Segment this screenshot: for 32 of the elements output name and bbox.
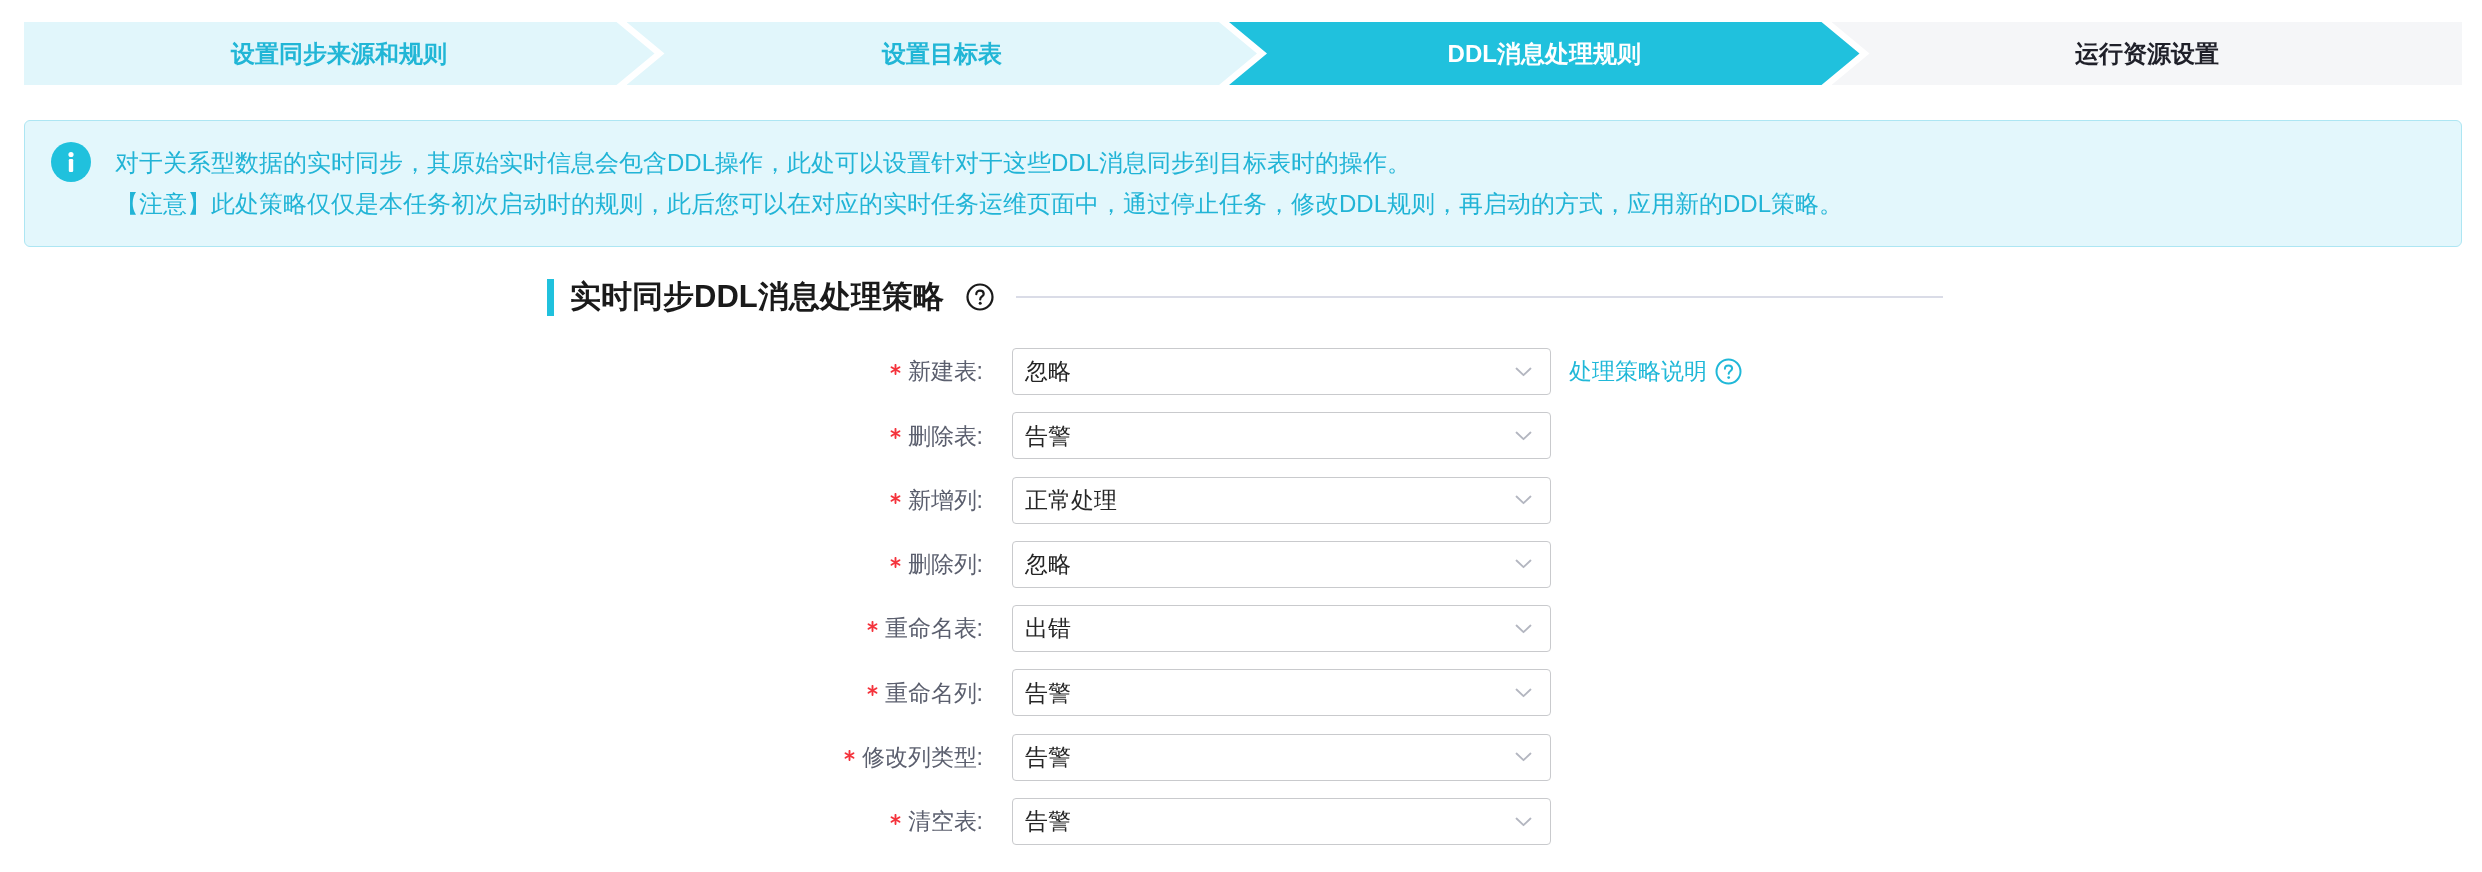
field-label: 删除表:	[907, 421, 983, 451]
wizard-step[interactable]: 运行资源设置	[1831, 22, 2462, 85]
select-field[interactable]: 告警	[1012, 798, 1551, 846]
field-label: 修改列类型:	[861, 743, 983, 773]
chevron-down-icon	[1515, 559, 1532, 570]
select-field[interactable]: 告警	[1012, 412, 1551, 460]
chevron-down-icon	[1515, 816, 1532, 827]
select-field[interactable]: 忽略	[1012, 540, 1551, 588]
field-label: 清空表:	[907, 807, 983, 837]
title-accent-bar	[547, 278, 554, 316]
select-field[interactable]: 告警	[1012, 669, 1551, 717]
select-field[interactable]: 正常处理	[1012, 476, 1551, 524]
select-field[interactable]: 告警	[1012, 733, 1551, 781]
section-title: 实时同步DDL消息处理策略	[570, 277, 944, 316]
chevron-down-icon	[1515, 752, 1532, 763]
chevron-down-icon	[1515, 495, 1532, 506]
field-label: 新增列:	[907, 485, 983, 515]
info-icon	[51, 142, 91, 182]
notice-text: 【注意】此处策略仅仅是本任务初次启动时的规则，此后您可以在对应的实时任务运维页面中，通过停止任务，修改DDL规则，再启动的方式，应用新的DDL策略。	[115, 189, 1844, 219]
field-label: 重命名列:	[884, 678, 983, 708]
notice-text: 对于关系型数据的实时同步，其原始实时信息会包含DDL操作，此处可以设置针对于这些DDL消息同步到目标表时的操作。	[115, 148, 1413, 178]
select-field[interactable]: 忽略	[1012, 348, 1551, 395]
help-icon	[1715, 358, 1742, 385]
field-label: 新建表:	[907, 357, 983, 387]
chevron-down-icon	[1515, 623, 1532, 634]
chevron-down-icon	[1515, 430, 1532, 441]
field-label: 重命名表:	[884, 614, 983, 644]
select-field[interactable]: 出错	[1012, 605, 1551, 653]
help-icon[interactable]	[965, 283, 994, 311]
chevron-down-icon	[1515, 366, 1532, 377]
field-label: 删除列:	[907, 550, 983, 580]
chevron-down-icon	[1515, 688, 1532, 698]
